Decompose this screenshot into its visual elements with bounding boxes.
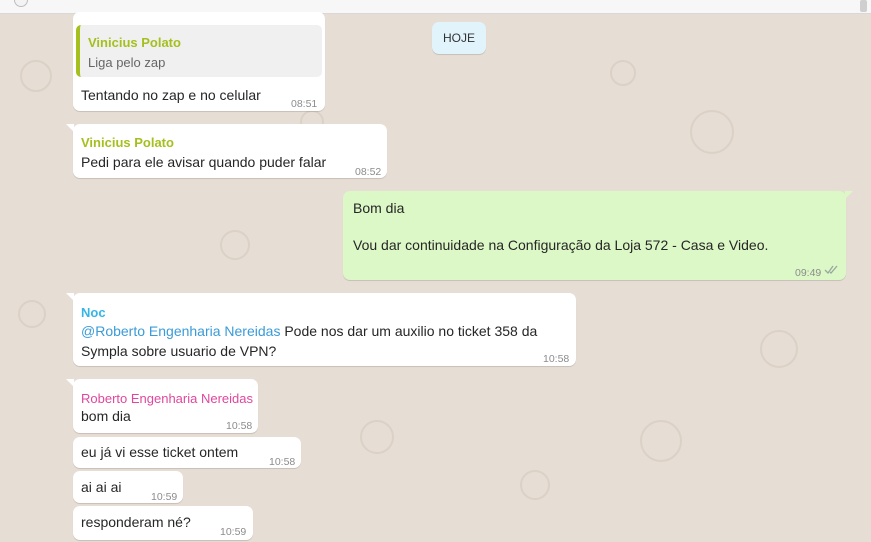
message-time: 10:59 (220, 526, 247, 538)
message-text: eu já vi esse ticket ontem (81, 444, 239, 460)
quoted-message[interactable]: Vinicius Polato Liga pelo zap (76, 25, 322, 77)
message-text: bom dia (81, 408, 131, 424)
message-text: Pode nos dar um auxilio no ticket 358 da (280, 323, 538, 339)
message-time: 09:49 (795, 267, 822, 279)
message-text: Vou dar continuidade na Configuração da … (353, 237, 769, 253)
message-bubble[interactable]: responderam né? 10:59 (73, 506, 253, 540)
sender-name: Roberto Engenharia Nereidas (81, 391, 253, 406)
quote-author: Vinicius Polato (88, 35, 181, 50)
sender-name: Noc (81, 305, 106, 320)
scrollbar[interactable] (860, 0, 867, 12)
message-bubble[interactable]: eu já vi esse ticket ontem 10:58 (73, 437, 301, 468)
message-time: 10:58 (226, 420, 253, 432)
message-bubble[interactable]: Vinicius Polato Liga pelo zap Tentando n… (73, 12, 325, 111)
date-badge: HOJE (432, 22, 486, 54)
message-text: Sympla sobre usuario de VPN? (81, 343, 277, 359)
message-text: responderam né? (81, 514, 191, 530)
message-time: 10:59 (151, 491, 178, 503)
window-control-icon[interactable] (14, 0, 28, 7)
message-bubble-outgoing[interactable]: Bom dia Vou dar continuidade na Configur… (343, 191, 853, 280)
quote-text: Liga pelo zap (88, 55, 166, 70)
message-time: 10:58 (269, 456, 296, 468)
mention-link[interactable]: @Roberto Engenharia Nereidas (81, 323, 280, 339)
message-text: ai ai ai (81, 479, 122, 495)
message-time: 08:52 (355, 166, 382, 178)
message-text: Bom dia (353, 200, 405, 216)
message-text: Tentando no zap e no celular (81, 87, 261, 103)
message-text: Pedi para ele avisar quando puder falar (81, 154, 327, 170)
message-bubble[interactable]: Vinicius Polato Pedi para ele avisar qua… (66, 124, 387, 178)
message-time: 10:58 (543, 353, 570, 365)
message-time: 08:51 (291, 98, 318, 110)
message-bubble[interactable]: ai ai ai 10:59 (73, 471, 183, 503)
message-bubble[interactable]: Roberto Engenharia Nereidas bom dia 10:5… (66, 379, 258, 433)
sender-name: Vinicius Polato (81, 135, 174, 150)
message-bubble[interactable]: Noc @Roberto Engenharia Nereidas Pode no… (66, 293, 576, 366)
message-text-line: @Roberto Engenharia Nereidas Pode nos da… (81, 322, 537, 341)
double-check-icon (824, 265, 838, 275)
